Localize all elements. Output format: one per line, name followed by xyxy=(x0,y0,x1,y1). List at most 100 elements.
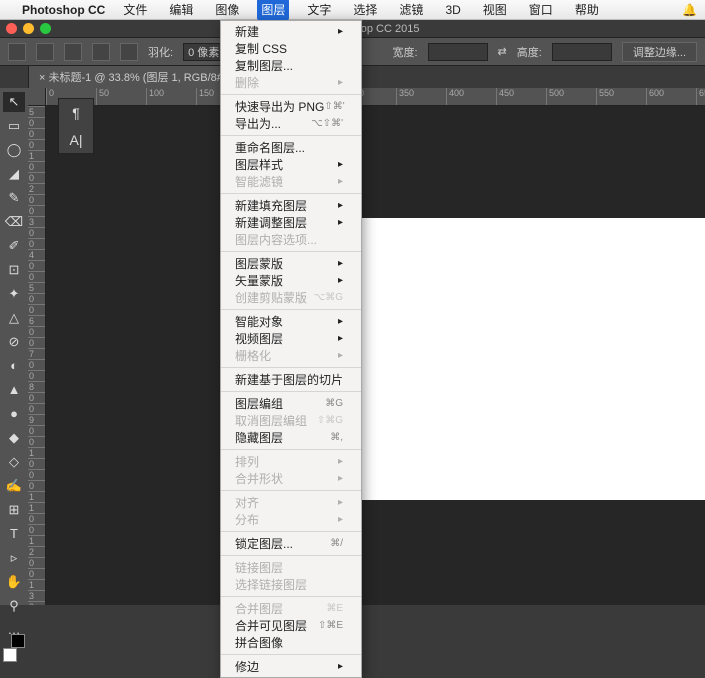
menu-item-新建调整图层[interactable]: 新建调整图层 xyxy=(221,214,361,231)
menu-item-矢量蒙版[interactable]: 矢量蒙版 xyxy=(221,272,361,289)
menu-item-label: 智能对象 xyxy=(235,313,283,330)
menu-separator xyxy=(221,391,361,392)
menu-item-合并可见图层[interactable]: 合并可见图层⇧⌘E xyxy=(221,617,361,634)
menu-item-修边[interactable]: 修边 xyxy=(221,658,361,675)
menu-item-label: 复制 CSS xyxy=(235,40,287,57)
menu-图像[interactable]: 图像 xyxy=(211,0,243,20)
tool-17[interactable]: ⊞ xyxy=(3,500,25,520)
tool-15[interactable]: ◇ xyxy=(3,452,25,472)
selection-mode-add-icon[interactable] xyxy=(64,43,82,61)
document-tab[interactable]: × 未标题-1 @ 33.8% (图层 1, RGB/8#) * xyxy=(28,65,245,88)
selection-mode-intersect-icon[interactable] xyxy=(120,43,138,61)
menu-item-label: 新建填充图层 xyxy=(235,197,307,214)
menu-item-label: 复制图层... xyxy=(235,57,293,74)
marquee-tool-icon[interactable] xyxy=(8,43,26,61)
menu-item-智能对象[interactable]: 智能对象 xyxy=(221,313,361,330)
menu-item-label: 图层样式 xyxy=(235,156,283,173)
minimize-window-button[interactable] xyxy=(23,23,34,34)
menu-item-图层蒙版[interactable]: 图层蒙版 xyxy=(221,255,361,272)
tool-11[interactable]: ◐ xyxy=(3,356,25,376)
menu-item-label: 栅格化 xyxy=(235,347,271,364)
character-icon[interactable]: A| xyxy=(70,132,83,148)
menu-文字[interactable]: 文字 xyxy=(303,0,335,20)
menu-滤镜[interactable]: 滤镜 xyxy=(395,0,427,20)
menu-separator xyxy=(221,135,361,136)
tool-7[interactable]: ⊡ xyxy=(3,260,25,280)
selection-mode-subtract-icon[interactable] xyxy=(92,43,110,61)
menu-separator xyxy=(221,531,361,532)
tool-10[interactable]: ⊘ xyxy=(3,332,25,352)
close-window-button[interactable] xyxy=(6,23,17,34)
menu-item-新建[interactable]: 新建 xyxy=(221,23,361,40)
paragraph-panel[interactable]: ¶ A| xyxy=(58,98,94,154)
tool-3[interactable]: ◢ xyxy=(3,164,25,184)
tool-4[interactable]: ✎ xyxy=(3,188,25,208)
menu-item-排列: 排列 xyxy=(221,453,361,470)
tool-16[interactable]: ✍ xyxy=(3,476,25,496)
menu-separator xyxy=(221,654,361,655)
menu-item-拼合图像[interactable]: 拼合图像 xyxy=(221,634,361,651)
menu-item-隐藏图层[interactable]: 隐藏图层⌘, xyxy=(221,429,361,446)
menu-separator xyxy=(221,94,361,95)
menu-item-label: 修边 xyxy=(235,658,259,675)
menu-3D[interactable]: 3D xyxy=(441,1,464,19)
tool-0[interactable]: ↖ xyxy=(3,92,25,112)
menu-视图[interactable]: 视图 xyxy=(479,0,511,20)
menu-item-label: 视频图层 xyxy=(235,330,283,347)
tool-14[interactable]: ◆ xyxy=(3,428,25,448)
menu-item-shortcut: ⌘/ xyxy=(330,538,343,549)
swap-wh-icon[interactable]: ⇄ xyxy=(498,45,507,58)
width-input[interactable] xyxy=(428,43,488,61)
tool-21[interactable]: ⚲ xyxy=(3,596,25,616)
refine-edge-button[interactable]: 调整边缘... xyxy=(622,42,697,62)
menu-item-新建填充图层[interactable]: 新建填充图层 xyxy=(221,197,361,214)
menu-item-label: 合并图层 xyxy=(235,600,283,617)
traffic-lights xyxy=(6,23,51,34)
menu-帮助[interactable]: 帮助 xyxy=(571,0,603,20)
tool-5[interactable]: ⌫ xyxy=(3,212,25,232)
menu-item-创建剪贴蒙版: 创建剪贴蒙版⌥⌘G xyxy=(221,289,361,306)
menu-item-锁定图层...[interactable]: 锁定图层...⌘/ xyxy=(221,535,361,552)
menu-item-shortcut: ⇧⌘' xyxy=(324,101,344,112)
app-name[interactable]: Photoshop CC xyxy=(22,3,105,17)
notification-icon[interactable]: 🔔 xyxy=(682,3,697,17)
menu-item-label: 导出为... xyxy=(235,115,281,132)
menu-编辑[interactable]: 编辑 xyxy=(165,0,197,20)
menu-item-重命名图层...[interactable]: 重命名图层... xyxy=(221,139,361,156)
zoom-window-button[interactable] xyxy=(40,23,51,34)
menu-文件[interactable]: 文件 xyxy=(119,0,151,20)
menu-item-复制 CSS[interactable]: 复制 CSS xyxy=(221,40,361,57)
tool-2[interactable]: ◯ xyxy=(3,140,25,160)
ruler-corner xyxy=(28,88,46,106)
menu-item-导出为...[interactable]: 导出为...⌥⇧⌘' xyxy=(221,115,361,132)
menu-item-快速导出为 PNG[interactable]: 快速导出为 PNG⇧⌘' xyxy=(221,98,361,115)
tool-13[interactable]: ● xyxy=(3,404,25,424)
tool-12[interactable]: ▲ xyxy=(3,380,25,400)
menu-item-label: 新建调整图层 xyxy=(235,214,307,231)
menu-item-栅格化: 栅格化 xyxy=(221,347,361,364)
menu-item-新建基于图层的切片[interactable]: 新建基于图层的切片 xyxy=(221,371,361,388)
paragraph-icon[interactable]: ¶ xyxy=(72,105,80,121)
menu-item-图层编组[interactable]: 图层编组⌘G xyxy=(221,395,361,412)
menu-item-label: 选择链接图层 xyxy=(235,576,307,593)
tool-9[interactable]: △ xyxy=(3,308,25,328)
tool-1[interactable]: ▭ xyxy=(3,116,25,136)
vertical-ruler: 5000100200300400500600700800900100011001… xyxy=(28,106,46,605)
menu-图层[interactable]: 图层 xyxy=(257,0,289,20)
tool-20[interactable]: ✋ xyxy=(3,572,25,592)
menu-窗口[interactable]: 窗口 xyxy=(525,0,557,20)
menu-item-图层样式[interactable]: 图层样式 xyxy=(221,156,361,173)
menu-item-复制图层...[interactable]: 复制图层... xyxy=(221,57,361,74)
tool-18[interactable]: T xyxy=(3,524,25,544)
selection-mode-new-icon[interactable] xyxy=(36,43,54,61)
tool-6[interactable]: ✐ xyxy=(3,236,25,256)
menu-选择[interactable]: 选择 xyxy=(349,0,381,20)
menu-item-视频图层[interactable]: 视频图层 xyxy=(221,330,361,347)
tool-8[interactable]: ✦ xyxy=(3,284,25,304)
menu-separator xyxy=(221,251,361,252)
menu-item-选择链接图层: 选择链接图层 xyxy=(221,576,361,593)
height-input[interactable] xyxy=(552,43,612,61)
menu-item-shortcut: ⌥⌘G xyxy=(314,292,343,303)
tool-19[interactable]: ▹ xyxy=(3,548,25,568)
height-label: 高度: xyxy=(517,44,542,60)
